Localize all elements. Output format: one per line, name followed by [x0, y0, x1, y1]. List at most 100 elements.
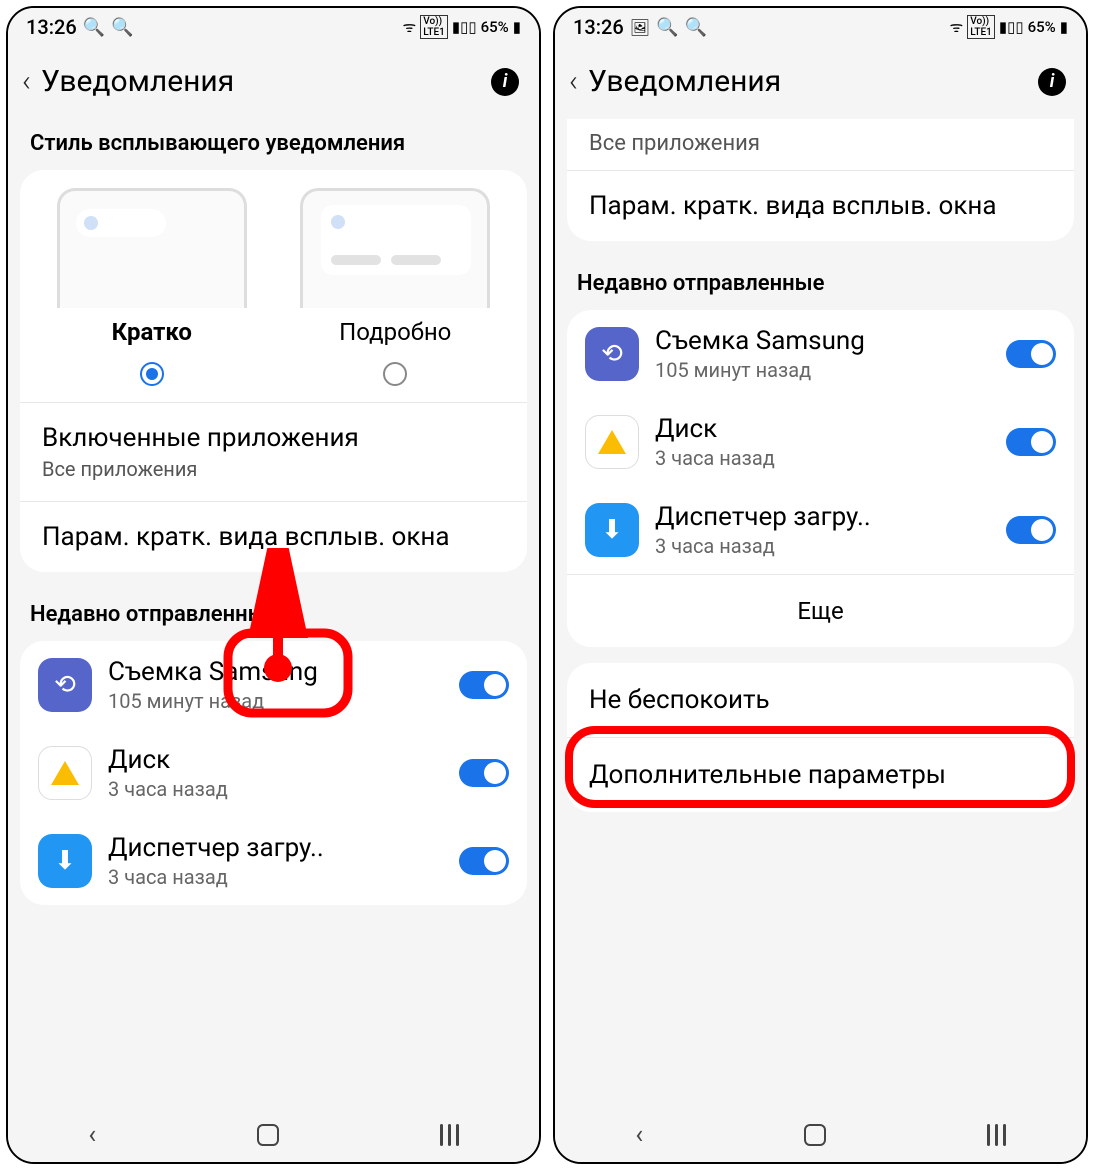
toggle-samsung[interactable] — [459, 671, 509, 699]
style-label-detail: Подробно — [339, 318, 451, 346]
included-apps-sub: Все приложения — [42, 457, 505, 481]
back-button[interactable]: ‹ — [22, 64, 31, 99]
app-name: Диск — [655, 414, 990, 444]
page-header: ‹ Уведомления i — [8, 46, 539, 117]
recent-apps-card: ⟲ Съемка Samsung 105 минут назад Диск 3 … — [20, 641, 527, 905]
app-time: 105 минут назад — [655, 358, 990, 382]
toggle-drive[interactable] — [1006, 428, 1056, 456]
status-time: 13:26 — [573, 15, 624, 39]
nav-bar: ‹ — [555, 1108, 1086, 1162]
phone-screen-right: 13:26 🖼 🔍 🔍 ᯤ Vo))LTE1 ▮▯▯ 65% ▮ ‹ Уведо… — [553, 6, 1088, 1164]
app-row-samsung[interactable]: ⟲ Съемка Samsung 105 минут назад — [567, 310, 1074, 398]
gallery-icon: 🖼 — [630, 18, 650, 37]
recent-heading: Недавно отправленные — [8, 588, 539, 637]
app-name: Съемка Samsung — [655, 326, 990, 356]
signal-icon: ▮▯▯ — [452, 18, 477, 36]
all-apps-row[interactable]: Все приложения — [567, 119, 1074, 170]
search-icon: 🔍 — [684, 17, 706, 38]
info-icon[interactable]: i — [491, 68, 519, 96]
included-apps-title: Включенные приложения — [42, 423, 505, 453]
app-time: 3 часа назад — [655, 446, 990, 470]
app-time: 3 часа назад — [108, 865, 443, 889]
nav-home-icon[interactable] — [804, 1124, 826, 1146]
wifi-icon: ᯤ — [950, 17, 964, 37]
included-apps-row[interactable]: Включенные приложения Все приложения — [20, 403, 527, 501]
app-row-drive[interactable]: Диск 3 часа назад — [567, 398, 1074, 486]
app-name: Диспетчер загру.. — [108, 833, 443, 863]
volte-icon: Vo))LTE1 — [420, 15, 448, 39]
advanced-label: Дополнительные параметры — [589, 760, 946, 790]
app-time: 105 минут назад — [108, 689, 443, 713]
toggle-drive[interactable] — [459, 759, 509, 787]
search-icon: 🔍 — [656, 17, 678, 38]
popup-params-row[interactable]: Парам. кратк. вида всплыв. окна — [20, 502, 527, 572]
radio-brief[interactable] — [140, 362, 164, 386]
nav-recents-icon[interactable] — [440, 1124, 459, 1146]
preview-detail — [300, 188, 490, 308]
signal-icon: ▮▯▯ — [999, 18, 1024, 36]
top-card: Все приложения Парам. кратк. вида всплыв… — [567, 119, 1074, 241]
style-label-brief: Кратко — [112, 318, 192, 346]
battery-text: 65% — [481, 18, 509, 36]
nav-back-icon[interactable]: ‹ — [635, 1120, 643, 1150]
popup-params-row[interactable]: Парам. кратк. вида всплыв. окна — [567, 171, 1074, 241]
nav-bar: ‹ — [8, 1108, 539, 1162]
page-title: Уведомления — [588, 64, 1038, 99]
status-time: 13:26 — [26, 15, 77, 39]
content-area[interactable]: Стиль всплывающего уведомления Кратко По… — [8, 117, 539, 1108]
app-row-download[interactable]: ⬇ Диспетчер загру.. 3 часа назад — [20, 817, 527, 905]
search-icon: 🔍 — [83, 17, 105, 38]
toggle-download[interactable] — [459, 847, 509, 875]
app-row-drive[interactable]: Диск 3 часа назад — [20, 729, 527, 817]
wifi-icon: ᯤ — [403, 17, 417, 37]
phone-screen-left: 13:26 🔍 🔍 ᯤ Vo))LTE1 ▮▯▯ 65% ▮ ‹ Уведомл… — [6, 6, 541, 1164]
search-icon: 🔍 — [111, 17, 133, 38]
preview-brief — [57, 188, 247, 308]
style-option-brief[interactable]: Кратко — [30, 188, 274, 402]
back-button[interactable]: ‹ — [569, 64, 578, 99]
app-icon-drive — [585, 415, 639, 469]
nav-recents-icon[interactable] — [987, 1124, 1006, 1146]
status-bar: 13:26 🖼 🔍 🔍 ᯤ Vo))LTE1 ▮▯▯ 65% ▮ — [555, 8, 1086, 46]
toggle-download[interactable] — [1006, 516, 1056, 544]
battery-icon: ▮ — [1060, 18, 1068, 36]
toggle-samsung[interactable] — [1006, 340, 1056, 368]
app-icon-download: ⬇ — [585, 503, 639, 557]
popup-params-title: Парам. кратк. вида всплыв. окна — [589, 191, 1052, 221]
battery-text: 65% — [1028, 18, 1056, 36]
battery-icon: ▮ — [513, 18, 521, 36]
info-icon[interactable]: i — [1038, 68, 1066, 96]
app-name: Диск — [108, 745, 443, 775]
status-bar: 13:26 🔍 🔍 ᯤ Vo))LTE1 ▮▯▯ 65% ▮ — [8, 8, 539, 46]
more-button[interactable]: Еще — [567, 575, 1074, 647]
app-icon-samsung: ⟲ — [38, 658, 92, 712]
app-name: Диспетчер загру.. — [655, 502, 990, 532]
recent-apps-card: ⟲ Съемка Samsung 105 минут назад Диск 3 … — [567, 310, 1074, 647]
dnd-label: Не беспокоить — [589, 685, 770, 715]
popup-style-heading: Стиль всплывающего уведомления — [8, 117, 539, 166]
app-name: Съемка Samsung — [108, 657, 443, 687]
radio-detail[interactable] — [383, 362, 407, 386]
volte-icon: Vo))LTE1 — [967, 15, 995, 39]
more-label: Еще — [797, 597, 843, 625]
popup-params-title: Парам. кратк. вида всплыв. окна — [42, 522, 505, 552]
app-icon-download: ⬇ — [38, 834, 92, 888]
settings-card: Не беспокоить Дополнительные параметры — [567, 663, 1074, 812]
advanced-row[interactable]: Дополнительные параметры — [567, 738, 1074, 812]
recent-heading: Недавно отправленные — [555, 257, 1086, 306]
app-row-samsung[interactable]: ⟲ Съемка Samsung 105 минут назад — [20, 641, 527, 729]
app-time: 3 часа назад — [108, 777, 443, 801]
page-title: Уведомления — [41, 64, 491, 99]
app-icon-drive — [38, 746, 92, 800]
content-area[interactable]: Все приложения Парам. кратк. вида всплыв… — [555, 117, 1086, 1108]
page-header: ‹ Уведомления i — [555, 46, 1086, 117]
app-row-download[interactable]: ⬇ Диспетчер загру.. 3 часа назад — [567, 486, 1074, 574]
popup-style-card: Кратко Подробно Включенные приложения Вс… — [20, 170, 527, 572]
all-apps-label: Все приложения — [589, 131, 1052, 156]
nav-back-icon[interactable]: ‹ — [88, 1120, 96, 1150]
nav-home-icon[interactable] — [257, 1124, 279, 1146]
app-time: 3 часа назад — [655, 534, 990, 558]
app-icon-samsung: ⟲ — [585, 327, 639, 381]
style-option-detail[interactable]: Подробно — [274, 188, 518, 402]
dnd-row[interactable]: Не беспокоить — [567, 663, 1074, 737]
